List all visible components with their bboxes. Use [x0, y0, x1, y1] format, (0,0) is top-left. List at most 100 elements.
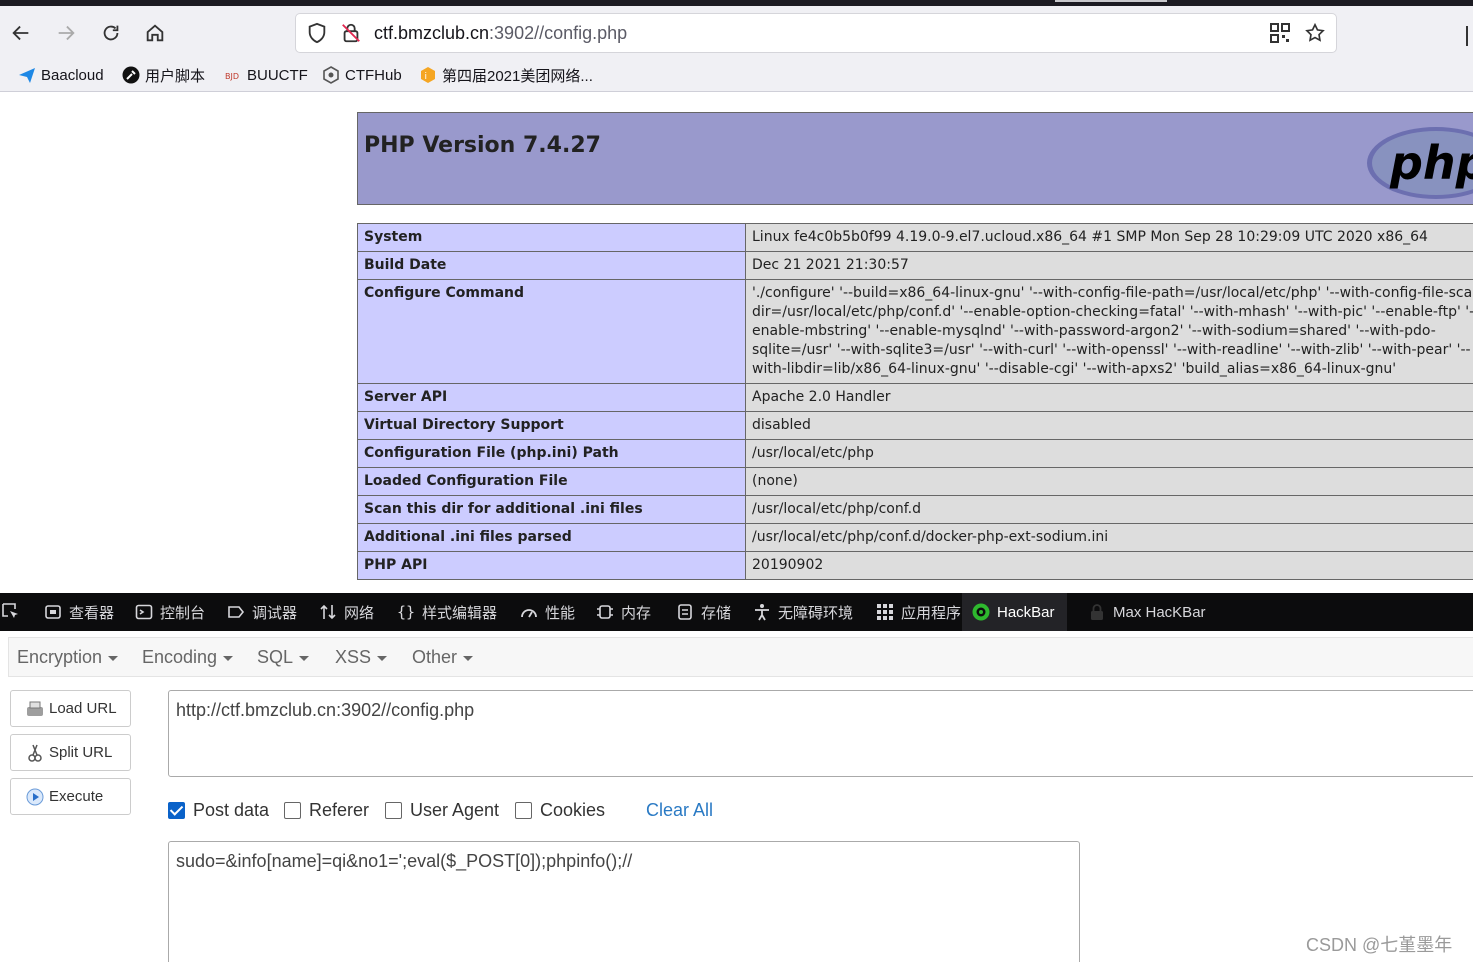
user-agent-option[interactable]: User Agent: [385, 800, 499, 821]
wrench-icon: [122, 66, 140, 84]
info-row: System Linux fe4c0b5b0f99 4.19.0-9.el7.uc…: [357, 223, 1473, 252]
info-row: Build Date Dec 21 2021 21:30:57: [357, 251, 1473, 280]
info-value: /usr/local/etc/php/conf.d: [745, 495, 1473, 524]
reload-icon: [103, 25, 119, 41]
php-version-header: PHP Version 7.4.27 php: [357, 112, 1473, 205]
referer-option[interactable]: Referer: [284, 800, 369, 821]
bookmark-star-icon[interactable]: [1304, 22, 1326, 44]
load-icon: [27, 701, 43, 716]
qr-code-icon[interactable]: [1270, 23, 1290, 43]
console-icon: [135, 604, 153, 620]
info-row: PHP API 20190902: [357, 551, 1473, 580]
post-data-checkbox[interactable]: [168, 802, 185, 819]
devtools-toolbar: 查看器 控制台 调试器 网络 {} 样式编辑器 性能 内存 存储 无障碍环境 应用程序 HackBar…: [0, 593, 1473, 631]
bookmark-user-scripts[interactable]: 用户脚本: [122, 64, 205, 86]
info-key: Configuration File (php.ini) Path: [357, 439, 746, 468]
info-key: Configure Command: [357, 279, 746, 384]
devtools-tab-hackbar[interactable]: HackBar: [962, 593, 1067, 631]
devtools-tab-应用程序[interactable]: 应用程序: [876, 593, 961, 631]
menu-sql[interactable]: SQL: [257, 647, 310, 668]
menu-encoding[interactable]: Encoding: [142, 647, 234, 668]
menu-xss[interactable]: XSS: [335, 647, 388, 668]
reload-button[interactable]: [96, 18, 126, 48]
menu-encryption[interactable]: Encryption: [17, 647, 119, 668]
bookmark-ctfhub[interactable]: CTFHub: [322, 64, 402, 86]
split-url-button[interactable]: Split URL: [10, 734, 131, 771]
back-button[interactable]: [6, 18, 36, 48]
execute-label: Execute: [49, 788, 104, 805]
meituan-icon: i: [421, 67, 435, 83]
caret-down-icon: [223, 655, 234, 661]
bookmark-buuctf[interactable]: BJD BUUCTF: [224, 64, 308, 86]
braces-icon: {}: [397, 603, 415, 621]
hackbar-menu: Encryption Encoding SQL XSS Other: [8, 637, 1473, 677]
scissors-icon: [28, 744, 42, 762]
info-key: Loaded Configuration File: [357, 467, 746, 496]
devtools-tab-网络[interactable]: 网络: [319, 593, 374, 631]
bookmark-baacloud[interactable]: Baacloud: [18, 64, 104, 86]
devtools-tab-调试器[interactable]: 调试器: [227, 593, 297, 631]
info-value: 20190902: [745, 551, 1473, 580]
execute-button[interactable]: Execute: [10, 778, 131, 815]
url-bar[interactable]: ctf.bmzclub.cn:3902//config.php: [296, 14, 1336, 52]
devtools-tab-内存[interactable]: 内存: [596, 593, 651, 631]
devtools-tab-存储[interactable]: 存储: [676, 593, 731, 631]
load-url-button[interactable]: Load URL: [10, 690, 131, 727]
devtools-tab-样式编辑器[interactable]: {} 样式编辑器: [397, 593, 497, 631]
url-text[interactable]: ctf.bmzclub.cn:3902//config.php: [374, 23, 627, 44]
grid-icon: [877, 604, 893, 620]
shield-icon[interactable]: [306, 22, 328, 44]
devtools-tab-控制台[interactable]: 控制台: [135, 593, 205, 631]
bookmark-meituan[interactable]: i 第四届2021美团网络...: [419, 64, 593, 86]
devtools-tab-label: Max HacKBar: [1113, 603, 1206, 621]
active-tab-hint[interactable]: [1055, 0, 1167, 2]
url-textarea[interactable]: http://ctf.bmzclub.cn:3902//config.php: [168, 690, 1473, 777]
referer-checkbox[interactable]: [284, 802, 301, 819]
menu-label: XSS: [335, 647, 372, 667]
menu-other[interactable]: Other: [412, 647, 474, 668]
cookies-option[interactable]: Cookies: [515, 800, 605, 821]
devtools-tab-label: 存储: [701, 604, 732, 622]
devtools-tab-max-hackbar[interactable]: Max HacKBar: [1088, 593, 1206, 631]
php-logo: php: [1367, 127, 1473, 199]
info-row: Scan this dir for additional .ini files /…: [357, 495, 1473, 524]
devtools-tab-label: 网络: [344, 604, 375, 622]
element-picker-button[interactable]: [2, 593, 27, 631]
caret-down-icon: [108, 655, 119, 661]
post-data-option[interactable]: Post data: [168, 800, 269, 821]
devtools-tab-label: 性能: [545, 604, 576, 622]
storage-icon: [678, 604, 692, 620]
navigation-bar: ctf.bmzclub.cn:3902//config.php: [0, 6, 1473, 58]
url-host: ctf.bmzclub.cn: [374, 23, 490, 43]
devtools-tab-无障碍环境[interactable]: 无障碍环境: [753, 593, 853, 631]
user-agent-label: User Agent: [410, 800, 500, 820]
info-row: Virtual Directory Support disabled: [357, 411, 1473, 440]
post-data-label: Post data: [193, 800, 270, 820]
user-agent-checkbox[interactable]: [385, 802, 402, 819]
info-value: /usr/local/etc/php/conf.d/docker-php-ext…: [745, 523, 1473, 552]
bookmark-label: 用户脚本: [145, 67, 206, 85]
devtools-tab-性能[interactable]: 性能: [520, 593, 575, 631]
devtools-tab-label: 样式编辑器: [422, 604, 498, 622]
php-logo-text: php: [1389, 136, 1473, 190]
cookies-label: Cookies: [540, 800, 606, 820]
devtools-tab-label: 调试器: [252, 604, 298, 622]
info-row: Configuration File (php.ini) Path/usr/lo…: [357, 439, 1473, 468]
cookies-checkbox[interactable]: [515, 802, 532, 819]
play-icon: [26, 788, 44, 805]
hackbar-panel: Encryption Encoding SQL XSS Other Load U…: [0, 631, 1473, 962]
caret-down-icon: [463, 655, 474, 661]
insecure-lock-icon[interactable]: [340, 22, 362, 44]
info-row: Configure Command './configure' '--build=…: [357, 279, 1473, 384]
php-info-body: System Linux fe4c0b5b0f99 4.19.0-9.el7.uc…: [357, 223, 1473, 580]
devtools-tab-查看器[interactable]: 查看器: [44, 593, 114, 631]
bookmark-label: BUUCTF: [247, 66, 308, 84]
caret-down-icon: [299, 655, 310, 661]
info-value: (none): [745, 467, 1473, 496]
home-button[interactable]: [140, 18, 170, 48]
forward-button[interactable]: [51, 18, 81, 48]
debugger-icon: [228, 606, 245, 618]
clear-all-link[interactable]: Clear All: [646, 800, 713, 821]
info-key: PHP API: [357, 551, 746, 580]
post-data-textarea[interactable]: sudo=&info[name]=qi&no1=';eval($_POST[0]…: [168, 841, 1080, 962]
